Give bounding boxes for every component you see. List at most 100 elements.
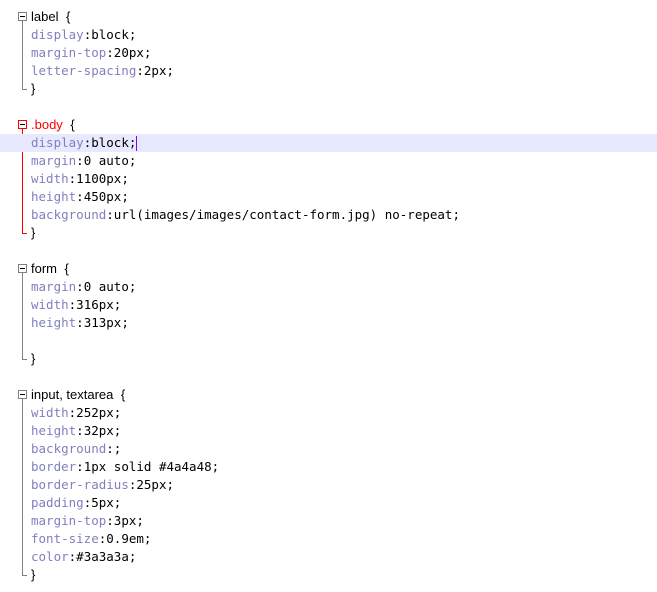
open-brace: { — [66, 9, 71, 24]
css-property: display — [31, 135, 84, 150]
css-property: margin-top — [31, 45, 107, 60]
css-selector: form — [31, 261, 57, 276]
open-brace: { — [70, 117, 75, 132]
text-caret — [136, 136, 138, 151]
declaration-line[interactable]: margin:0 auto; — [0, 152, 657, 170]
line-code: form { — [31, 260, 69, 278]
css-value: 5px; — [91, 495, 122, 510]
css-value: block; — [91, 135, 137, 150]
colon: : — [106, 513, 114, 528]
css-value: 32px; — [83, 423, 122, 438]
css-value: 0 auto; — [83, 279, 137, 294]
line-code: input, textarea { — [31, 386, 125, 404]
declaration-line[interactable]: color:#3a3a3a; — [0, 548, 657, 566]
colon: : — [76, 279, 84, 294]
css-value: 25px; — [136, 477, 175, 492]
selector-line[interactable]: input, textarea { — [0, 386, 657, 404]
declaration-line[interactable]: background:url(images/images/contact-for… — [0, 206, 657, 224]
css-property: height — [31, 315, 77, 330]
declaration-line[interactable]: width:1100px; — [0, 170, 657, 188]
closing-line[interactable]: } — [0, 566, 657, 584]
line-code: width:252px; — [31, 404, 121, 422]
line-code: border:1px solid #4a4a48; — [31, 458, 219, 476]
declaration-line[interactable]: margin-top:3px; — [0, 512, 657, 530]
colon: : — [76, 423, 84, 438]
declaration-line[interactable]: margin-top:20px; — [0, 44, 657, 62]
declaration-line[interactable]: width:252px; — [0, 404, 657, 422]
colon: : — [106, 441, 114, 456]
css-value: 20px; — [113, 45, 152, 60]
css-value: url(images/images/contact-form.jpg) no-r… — [113, 207, 460, 222]
line-code: color:#3a3a3a; — [31, 548, 136, 566]
line-code: letter-spacing:2px; — [31, 62, 174, 80]
declaration-line[interactable]: margin:0 auto; — [0, 278, 657, 296]
css-property: color — [31, 549, 69, 564]
css-property: width — [31, 171, 69, 186]
line-code: margin-top:3px; — [31, 512, 144, 530]
css-selector: input, textarea — [31, 387, 114, 402]
line-code: width:316px; — [31, 296, 121, 314]
code-editor[interactable]: label {display:block; margin-top:20px; let… — [0, 0, 657, 592]
line-code: height:313px; — [31, 314, 129, 332]
declaration-line[interactable]: border:1px solid #4a4a48; — [0, 458, 657, 476]
closing-line[interactable]: } — [0, 350, 657, 368]
selector-line[interactable]: label { — [0, 8, 657, 26]
declaration-line[interactable]: font-size:0.9em; — [0, 530, 657, 548]
line-code: background:; — [31, 440, 121, 458]
css-selector: label — [31, 9, 59, 24]
css-property: border — [31, 459, 77, 474]
line-code: } — [31, 224, 35, 242]
colon: : — [76, 315, 84, 330]
selector-line[interactable]: form { — [0, 260, 657, 278]
css-value: 0 auto; — [83, 153, 137, 168]
selector-line[interactable]: .body { — [0, 116, 657, 134]
css-value: 1100px; — [76, 171, 129, 186]
declaration-line[interactable]: padding:5px; — [0, 494, 657, 512]
declaration-line[interactable]: display:block; — [0, 26, 657, 44]
colon: : — [136, 63, 144, 78]
declaration-line[interactable]: width:316px; — [0, 296, 657, 314]
css-property: display — [31, 27, 84, 42]
close-brace: } — [31, 351, 36, 366]
declaration-line[interactable]: background:; — [0, 440, 657, 458]
line-code: height:32px; — [31, 422, 121, 440]
css-value: 3px; — [113, 513, 144, 528]
line-code: font-size:0.9em; — [31, 530, 151, 548]
open-brace: { — [64, 261, 69, 276]
declaration-line[interactable]: height:450px; — [0, 188, 657, 206]
colon: : — [106, 207, 114, 222]
css-value: 252px; — [76, 405, 122, 420]
declaration-line[interactable]: border-radius:25px; — [0, 476, 657, 494]
line-code: label { — [31, 8, 70, 26]
line-code: } — [31, 350, 35, 368]
css-property: margin-top — [31, 513, 107, 528]
declaration-line[interactable]: letter-spacing:2px; — [0, 62, 657, 80]
css-property: width — [31, 405, 69, 420]
blank-line[interactable] — [0, 332, 657, 350]
css-property: margin — [31, 279, 77, 294]
line-code: display:block; — [31, 26, 136, 44]
closing-line[interactable]: } — [0, 80, 657, 98]
css-value: 1px solid #4a4a48; — [83, 459, 220, 474]
css-property: width — [31, 297, 69, 312]
css-value: 0.9em; — [106, 531, 152, 546]
line-code: border-radius:25px; — [31, 476, 174, 494]
line-code: height:450px; — [31, 188, 129, 206]
line-code: display:block; — [31, 134, 138, 152]
line-code: .body { — [31, 116, 75, 134]
closing-line[interactable]: } — [0, 224, 657, 242]
css-property: background — [31, 441, 107, 456]
css-property: height — [31, 423, 77, 438]
declaration-line[interactable]: height:32px; — [0, 422, 657, 440]
css-value: #3a3a3a; — [76, 549, 137, 564]
colon: : — [106, 45, 114, 60]
line-code: } — [31, 566, 35, 584]
declaration-line[interactable]: height:313px; — [0, 314, 657, 332]
css-property: padding — [31, 495, 84, 510]
declaration-line[interactable]: display:block; — [0, 134, 657, 152]
colon: : — [76, 189, 84, 204]
line-code: width:1100px; — [31, 170, 129, 188]
